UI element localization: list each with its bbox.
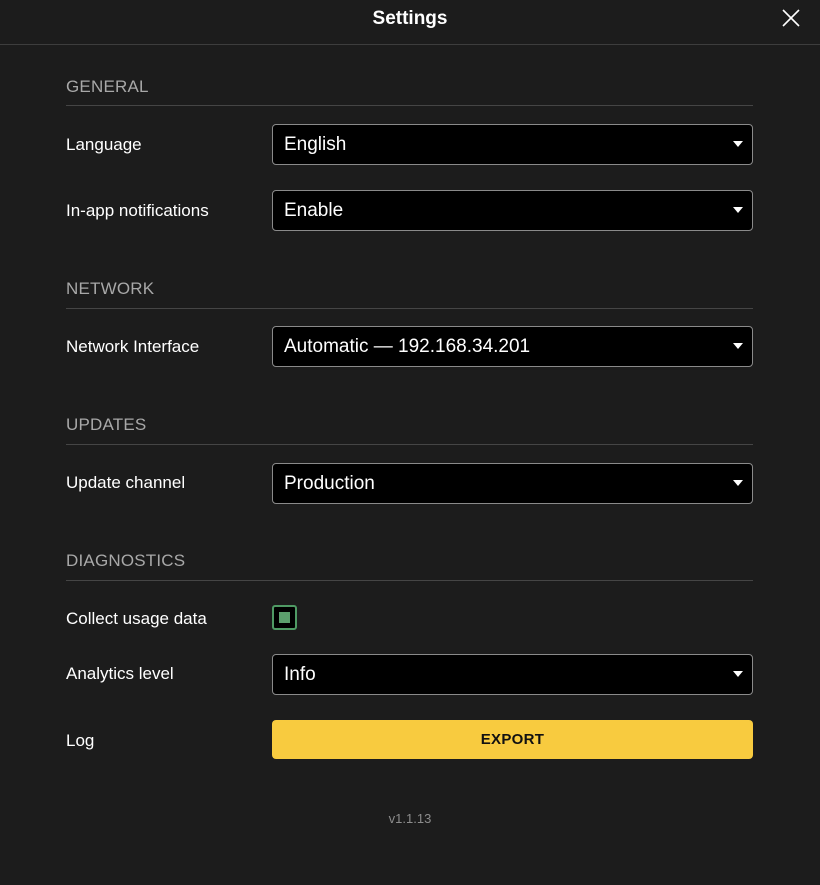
collect-usage-checkbox[interactable] [272,605,297,630]
language-label: Language [66,135,142,154]
update-channel-select[interactable]: Production [272,463,753,504]
network-interface-value: Automatic — 192.168.34.201 [284,336,531,357]
section-divider [66,580,753,581]
chevron-down-icon [733,671,743,677]
checkbox-checked-mark [279,612,290,623]
section-title-updates: UPDATES [66,415,147,434]
notifications-label: In-app notifications [66,201,209,220]
dialog-header: Settings [0,0,820,45]
analytics-level-label: Analytics level [66,664,174,683]
section-divider [66,308,753,309]
section-divider [66,105,753,106]
network-interface-label: Network Interface [66,337,200,356]
section-title-network: NETWORK [66,279,155,298]
export-log-button[interactable]: EXPORT [272,720,753,759]
app-version: v1.1.13 [388,811,432,826]
chevron-down-icon [733,343,743,349]
notifications-value: Enable [284,200,344,221]
section-title-general: GENERAL [66,77,149,96]
section-divider [66,444,753,445]
update-channel-value: Production [284,473,375,494]
collect-usage-label: Collect usage data [66,609,207,628]
notifications-select[interactable]: Enable [272,190,753,231]
section-title-diagnostics: DIAGNOSTICS [66,551,186,570]
network-interface-select[interactable]: Automatic — 192.168.34.201 [272,326,753,367]
language-value: English [284,134,347,155]
chevron-down-icon [733,207,743,213]
chevron-down-icon [733,480,743,486]
analytics-level-value: Info [284,664,316,685]
chevron-down-icon [733,141,743,147]
analytics-level-select[interactable]: Info [272,654,753,695]
update-channel-label: Update channel [66,473,186,492]
dialog-title: Settings [372,8,448,29]
language-select[interactable]: English [272,124,753,165]
close-icon[interactable] [782,9,800,27]
log-label: Log [66,731,95,750]
